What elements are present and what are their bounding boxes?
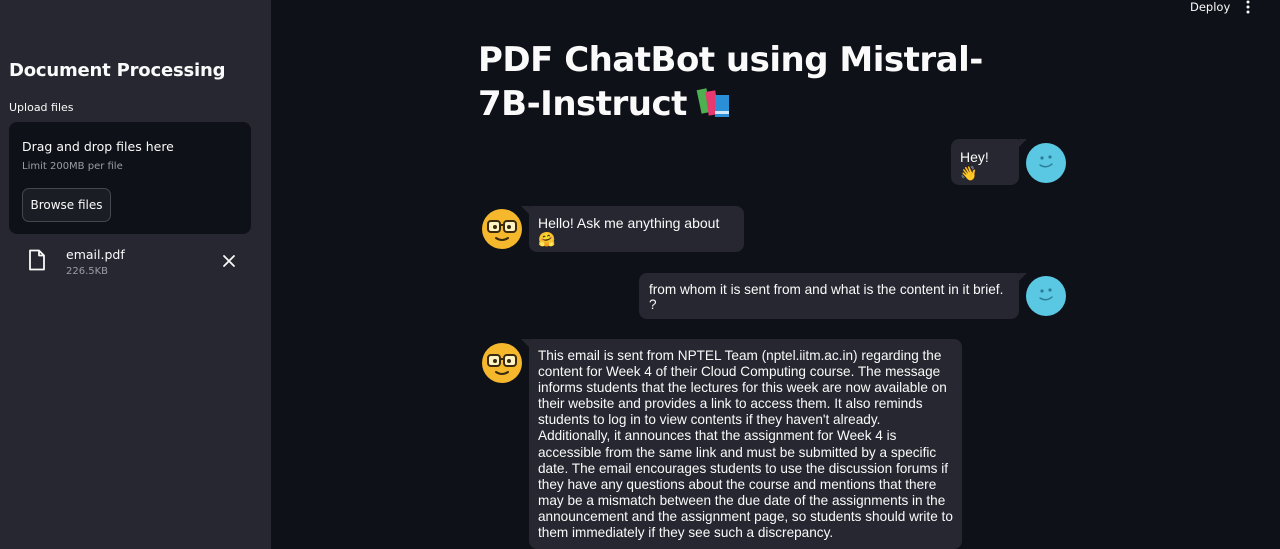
dropzone-title: Drag and drop files here xyxy=(22,139,174,154)
file-name: email.pdf xyxy=(66,247,125,262)
browse-files-button[interactable]: Browse files xyxy=(22,188,111,222)
user-avatar xyxy=(1026,276,1066,316)
message-text: from whom it is sent from and what is th… xyxy=(649,282,1004,312)
page-title: PDF ChatBot using Mistral-7B-Instruct xyxy=(478,38,998,126)
user-message: from whom it is sent from and what is th… xyxy=(639,273,1027,319)
dropzone-limit: Limit 200MB per file xyxy=(22,161,123,172)
bot-avatar xyxy=(482,343,522,383)
sidebar: Document Processing Upload files Drag an… xyxy=(0,0,271,549)
bot-avatar xyxy=(482,209,522,249)
sidebar-title: Document Processing xyxy=(9,60,226,81)
upload-label: Upload files xyxy=(9,101,74,114)
deploy-button[interactable]: Deploy xyxy=(1190,0,1230,14)
assistant-message: Hello! Ask me anything about 🤗 xyxy=(521,206,744,252)
file-dropzone[interactable]: Drag and drop files here Limit 200MB per… xyxy=(9,122,251,234)
file-size: 226.5KB xyxy=(66,266,109,277)
user-avatar xyxy=(1026,143,1066,183)
file-icon xyxy=(29,249,45,271)
message-text: Hey! 👋 xyxy=(960,149,989,181)
message-text: Hello! Ask me anything about 🤗 xyxy=(538,215,720,247)
close-icon[interactable] xyxy=(222,254,236,268)
assistant-message: This email is sent from NPTEL Team (npte… xyxy=(521,339,962,549)
message-text: This email is sent from NPTEL Team (npte… xyxy=(538,348,953,541)
books-icon xyxy=(696,88,729,117)
vertical-dots-icon[interactable] xyxy=(1242,0,1254,14)
user-message: Hey! 👋 xyxy=(951,139,1027,185)
uploaded-file-item: email.pdf 226.5KB xyxy=(28,245,248,285)
